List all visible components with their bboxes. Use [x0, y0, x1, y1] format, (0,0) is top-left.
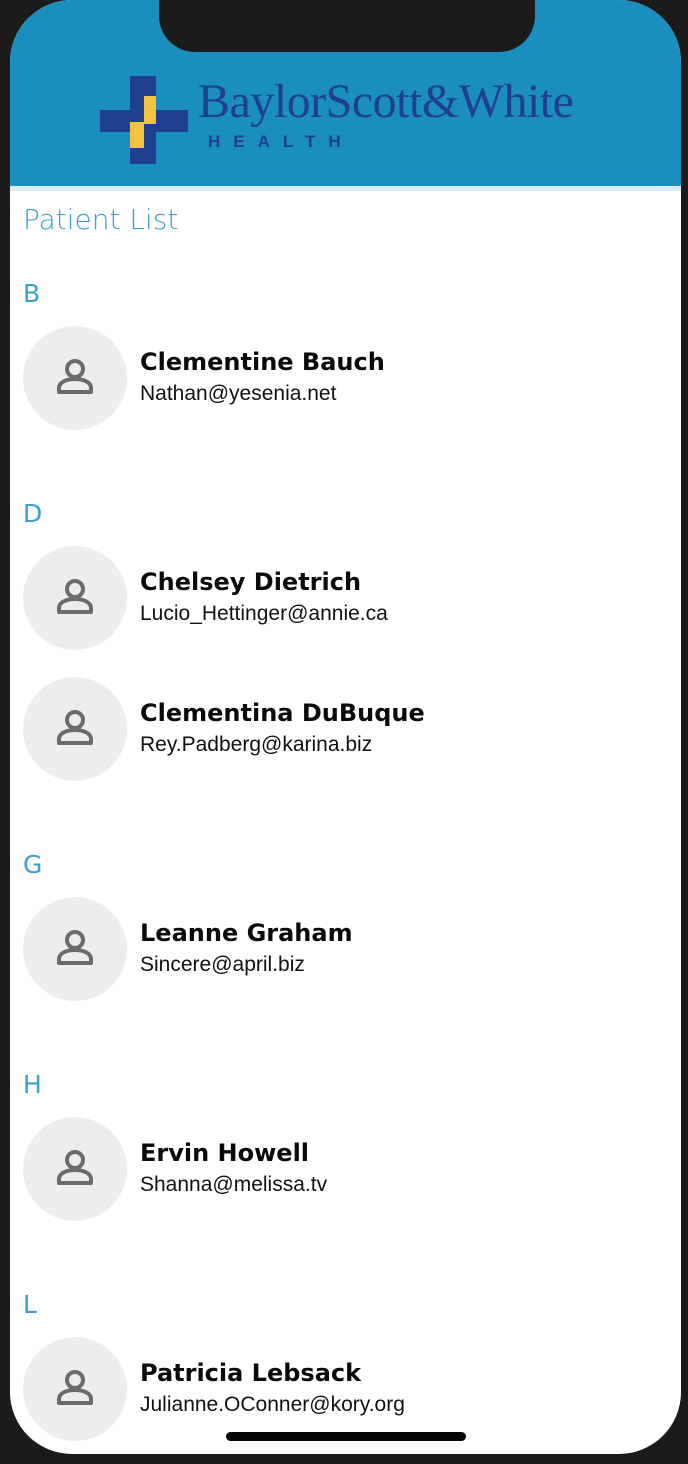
patient-email: Lucio_Hettinger@annie.ca	[140, 602, 388, 625]
person-icon	[57, 710, 93, 745]
section-h: H Ervin Howell Shanna@melissa.tv	[10, 1061, 681, 1221]
brand-subtitle: HEALTH	[208, 132, 354, 151]
patient-name: Ervin Howell	[140, 1139, 310, 1167]
section-g: G Leanne Graham Sincere@april.biz	[10, 841, 681, 1001]
brand-wordmark: BaylorScott&White	[198, 75, 574, 128]
avatar	[23, 897, 127, 1001]
patient-item[interactable]: Clementine Bauch Nathan@yesenia.net	[10, 318, 681, 430]
person-icon	[57, 579, 93, 614]
patient-item[interactable]: Leanne Graham Sincere@april.biz	[10, 889, 681, 1001]
section-l: L Patricia Lebsack Julianne.OConner@kory…	[10, 1281, 681, 1441]
section-b: B Clementine Bauch Nathan@yesenia.net	[10, 270, 681, 430]
patient-item[interactable]: Clementina DuBuque Rey.Padberg@karina.bi…	[10, 669, 681, 781]
patient-name: Chelsey Dietrich	[140, 568, 362, 596]
phone-screen: BaylorScott&White HEALTH Patient List B …	[10, 0, 681, 1454]
person-icon	[57, 930, 93, 965]
patient-item[interactable]: Ervin Howell Shanna@melissa.tv	[10, 1109, 681, 1221]
person-icon	[57, 1150, 93, 1185]
cross-logo-icon	[100, 76, 188, 164]
section-letter: G	[23, 850, 43, 879]
patient-item[interactable]: Patricia Lebsack Julianne.OConner@kory.o…	[10, 1329, 681, 1441]
home-indicator[interactable]	[226, 1432, 466, 1441]
avatar	[23, 326, 127, 430]
patient-name: Patricia Lebsack	[140, 1359, 362, 1387]
section-letter: B	[23, 279, 41, 308]
patient-email: Sincere@april.biz	[140, 953, 305, 976]
patient-email: Julianne.OConner@kory.org	[140, 1393, 405, 1416]
device-notch	[159, 0, 535, 52]
header-divider	[10, 186, 681, 191]
avatar	[23, 546, 127, 650]
patient-email: Rey.Padberg@karina.biz	[140, 733, 373, 756]
page-title: Patient List	[23, 203, 179, 236]
app-header: BaylorScott&White HEALTH	[10, 0, 681, 186]
patient-list: B Clementine Bauch Nathan@yesenia.net D	[10, 270, 681, 1454]
section-letter: H	[23, 1070, 42, 1099]
patient-item[interactable]: Chelsey Dietrich Lucio_Hettinger@annie.c…	[10, 538, 681, 650]
patient-email: Nathan@yesenia.net	[140, 382, 337, 405]
patient-name: Leanne Graham	[140, 919, 353, 947]
patient-email: Shanna@melissa.tv	[140, 1173, 328, 1196]
avatar	[23, 677, 127, 781]
brand-logo: BaylorScott&White HEALTH	[100, 74, 600, 166]
section-letter: L	[23, 1290, 37, 1319]
section-d: D Chelsey Dietrich Lucio_Hettinger@annie…	[10, 490, 681, 781]
person-icon	[57, 1370, 93, 1405]
section-letter: D	[23, 499, 43, 528]
person-icon	[57, 359, 93, 394]
patient-name: Clementine Bauch	[140, 348, 385, 376]
patient-name: Clementina DuBuque	[140, 699, 425, 727]
avatar	[23, 1337, 127, 1441]
avatar	[23, 1117, 127, 1221]
